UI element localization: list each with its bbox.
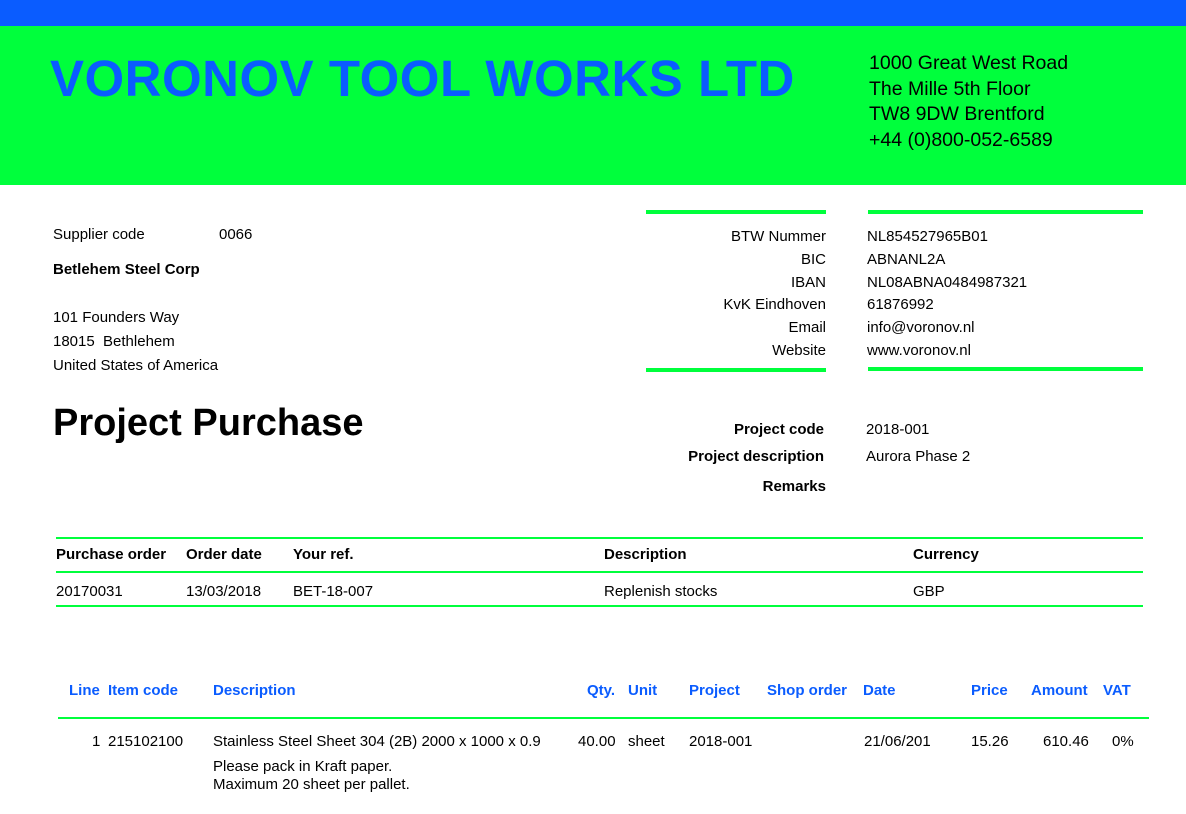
lines-header-item-code: Item code xyxy=(108,682,179,699)
bank-labels: BTW Nummer BIC IBAN KvK Eindhoven Email … xyxy=(640,226,826,363)
line-item-code: 215102100 xyxy=(108,733,184,750)
supplier-address-line: United States of America xyxy=(53,357,219,374)
order-table-mid-rule xyxy=(56,571,1143,573)
lines-header-qty: Qty. xyxy=(587,682,616,699)
order-header-currency: Currency xyxy=(913,546,979,563)
order-header-description: Description xyxy=(604,546,687,563)
website-value: www.voronov.nl xyxy=(867,341,971,359)
order-currency: GBP xyxy=(913,583,945,600)
divider-top-left xyxy=(646,210,826,214)
lines-header-line: Line xyxy=(69,682,100,699)
bank-values: NL854527965B01 ABNANL2A NL08ABNA04849873… xyxy=(867,226,1027,363)
order-description: Replenish stocks xyxy=(604,583,718,600)
btw-label: BTW Nummer xyxy=(731,228,826,245)
supplier-code: 0066 xyxy=(219,226,253,243)
lines-header-unit: Unit xyxy=(628,682,658,699)
bic-label: BIC xyxy=(800,250,826,268)
company-address-line: 1000 Great West Road xyxy=(869,52,1069,74)
company-name: VORONOV TOOL WORKS LTD xyxy=(50,50,795,107)
company-address-line: TW8 9DW Brentford xyxy=(869,103,1045,125)
project-values: 2018-001 Aurora Phase 2 xyxy=(866,421,970,478)
divider-bottom-right xyxy=(868,367,1143,371)
supplier-address-line: 101 Founders Way xyxy=(53,309,180,326)
order-table-bottom-rule xyxy=(56,605,1143,607)
lines-header-amount: Amount xyxy=(1031,682,1088,699)
supplier-code-label: Supplier code xyxy=(53,226,145,243)
line-qty: 40.00 xyxy=(578,733,616,750)
lines-header-description: Description xyxy=(213,682,296,699)
line-unit: sheet xyxy=(628,733,665,750)
bic-value: ABNANL2A xyxy=(867,250,946,268)
iban-value: NL08ABNA0484987321 xyxy=(867,273,1028,291)
email-label: Email xyxy=(788,319,826,337)
email-value: info@voronov.nl xyxy=(867,319,975,337)
order-date: 13/03/2018 xyxy=(186,583,262,600)
line-description: Stainless Steel Sheet 304 (2B) 2000 x 10… xyxy=(213,733,541,750)
order-header-purchase-order: Purchase order xyxy=(56,546,167,563)
project-description-label: Project description xyxy=(688,448,824,465)
company-address-line: The Mille 5th Floor xyxy=(869,77,1031,100)
website-label: Website xyxy=(772,341,826,359)
lines-header-shop-order: Shop order xyxy=(767,682,848,699)
order-table-top-rule xyxy=(56,537,1143,539)
line-project: 2018-001 xyxy=(689,733,753,750)
project-description: Aurora Phase 2 xyxy=(866,448,971,465)
supplier-name: Betlehem Steel Corp xyxy=(53,261,200,278)
line-number: 1 xyxy=(92,733,101,750)
order-purchase-order: 20170031 xyxy=(56,583,123,600)
project-code: 2018-001 xyxy=(866,421,930,438)
divider-bottom-left xyxy=(646,368,826,372)
divider-top-right xyxy=(868,210,1143,214)
lines-table-header-rule xyxy=(58,717,1149,719)
btw-value: NL854527965B01 xyxy=(867,228,988,245)
lines-header-price: Price xyxy=(971,682,1008,699)
project-code-label: Project code xyxy=(733,421,824,438)
line-amount: 610.46 xyxy=(1043,733,1089,750)
kvk-label: KvK Eindhoven xyxy=(723,296,826,314)
order-header-your-ref: Your ref. xyxy=(293,546,354,563)
project-labels: Project code Project description Remarks xyxy=(640,421,826,495)
remarks-label: Remarks xyxy=(762,478,826,495)
top-accent-bar xyxy=(0,0,1186,26)
company-phone: +44 (0)800-052-6589 xyxy=(869,128,1053,151)
line-price: 15.26 xyxy=(971,733,1009,750)
iban-label: IBAN xyxy=(790,273,826,291)
order-header-order-date: Order date xyxy=(186,546,262,563)
order-your-ref: BET-18-007 xyxy=(293,583,374,600)
lines-header-vat: VAT xyxy=(1103,682,1131,699)
line-note: Maximum 20 sheet per pallet. xyxy=(213,776,410,793)
kvk-value: 61876992 xyxy=(867,296,934,314)
line-vat: 0% xyxy=(1112,733,1134,750)
lines-header-date: Date xyxy=(863,682,896,699)
line-date: 21/06/201 xyxy=(864,733,931,750)
company-address: 1000 Great West Road The Mille 5th Floor… xyxy=(869,51,1068,153)
supplier-address-line: 18015 Bethlehem xyxy=(53,333,175,350)
line-note: Please pack in Kraft paper. xyxy=(213,758,393,775)
lines-header-project: Project xyxy=(689,682,740,699)
document-title: Project Purchase xyxy=(53,402,364,444)
